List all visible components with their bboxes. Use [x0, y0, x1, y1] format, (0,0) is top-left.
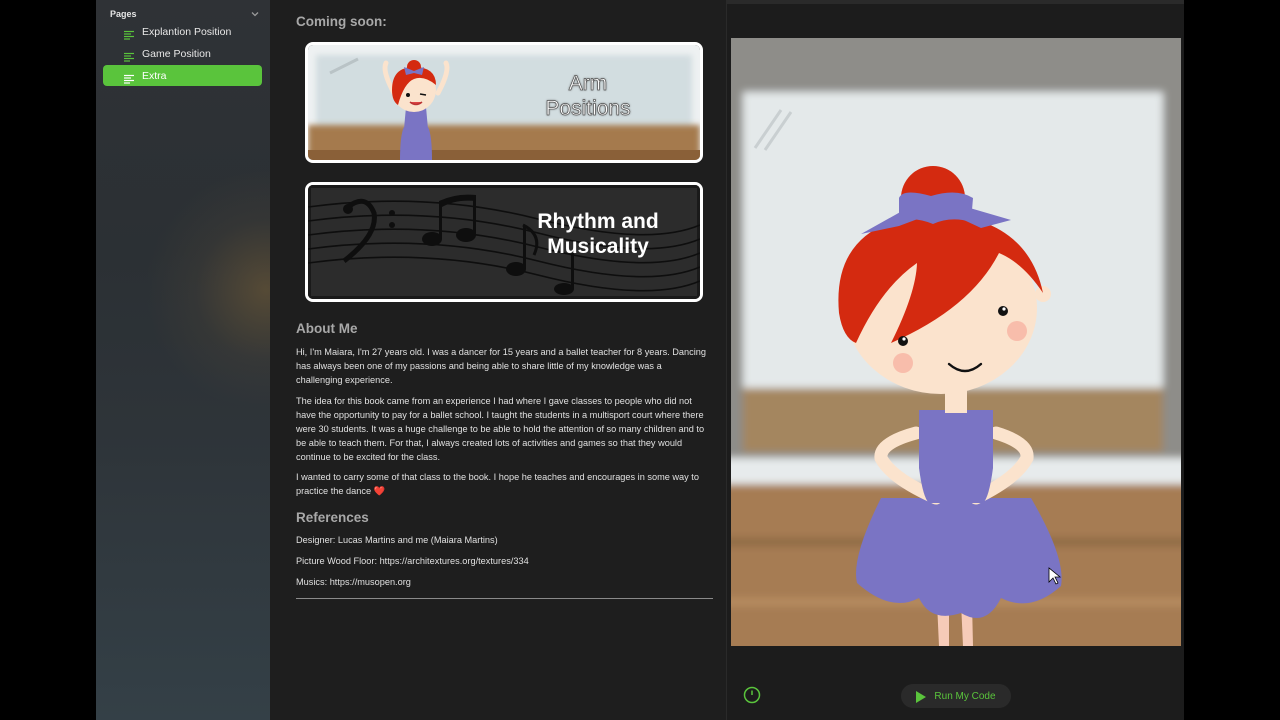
app-window: Pages Explantion Position Game Position … — [96, 0, 1184, 720]
banner-title-line1: Arm — [568, 72, 608, 96]
about-paragraph: Hi, I'm Maiara, I'm 27 years old. I was … — [296, 347, 706, 385]
preview-top-bar — [727, 0, 1184, 4]
sidebar-item-label: Extra — [142, 69, 167, 82]
sidebar-title: Pages — [110, 9, 137, 19]
reference-item[interactable]: Musics: https://musopen.org — [296, 577, 411, 587]
sidebar: Pages Explantion Position Game Position … — [96, 0, 270, 720]
main-content: Coming soon: Arm Positions Rhythm and Mu… — [270, 0, 726, 720]
arm-positions-banner[interactable]: Arm Positions — [305, 42, 703, 163]
about-me-heading: About Me — [296, 321, 358, 336]
divider — [296, 598, 713, 599]
banner-title-line2: Musicality — [547, 235, 649, 259]
reference-item[interactable]: Picture Wood Floor: https://architexture… — [296, 556, 529, 566]
play-icon — [916, 690, 927, 703]
text-document-icon — [124, 27, 134, 40]
arm-positions-title: Arm Positions — [508, 71, 668, 121]
run-button-label: Run My Code — [934, 690, 996, 702]
text-document-icon — [124, 49, 134, 62]
rhythm-musicality-title: Rhythm and Musicality — [518, 209, 678, 259]
references-heading: References — [296, 510, 369, 525]
sidebar-item-game-position[interactable]: Game Position — [103, 44, 262, 64]
about-paragraph: I wanted to carry some of that class to … — [296, 472, 699, 496]
sidebar-header[interactable]: Pages — [110, 7, 260, 21]
about-paragraph: The idea for this book came from an expe… — [296, 396, 705, 462]
sidebar-item-label: Explantion Position — [142, 26, 232, 38]
banner-title-line1: Rhythm and — [537, 210, 659, 233]
live-preview-panel: Run My Code — [726, 0, 1184, 720]
timer-icon[interactable] — [743, 686, 761, 704]
reference-item: Designer: Lucas Martins and me (Maiara M… — [296, 535, 498, 545]
preview-stage[interactable] — [731, 38, 1181, 646]
sidebar-item-extra[interactable]: Extra — [103, 65, 262, 86]
text-document-icon — [124, 71, 134, 84]
run-my-code-button[interactable]: Run My Code — [901, 684, 1011, 708]
chevron-down-icon[interactable] — [250, 9, 260, 19]
coming-soon-heading: Coming soon: — [296, 14, 387, 29]
ballerina-illustration — [731, 38, 1181, 646]
rhythm-musicality-banner[interactable]: Rhythm and Musicality — [305, 182, 703, 302]
sidebar-item-label: Game Position — [142, 48, 211, 60]
banner-title-line2: Positions — [545, 97, 631, 121]
sidebar-item-explantion-position[interactable]: Explantion Position — [103, 22, 262, 42]
